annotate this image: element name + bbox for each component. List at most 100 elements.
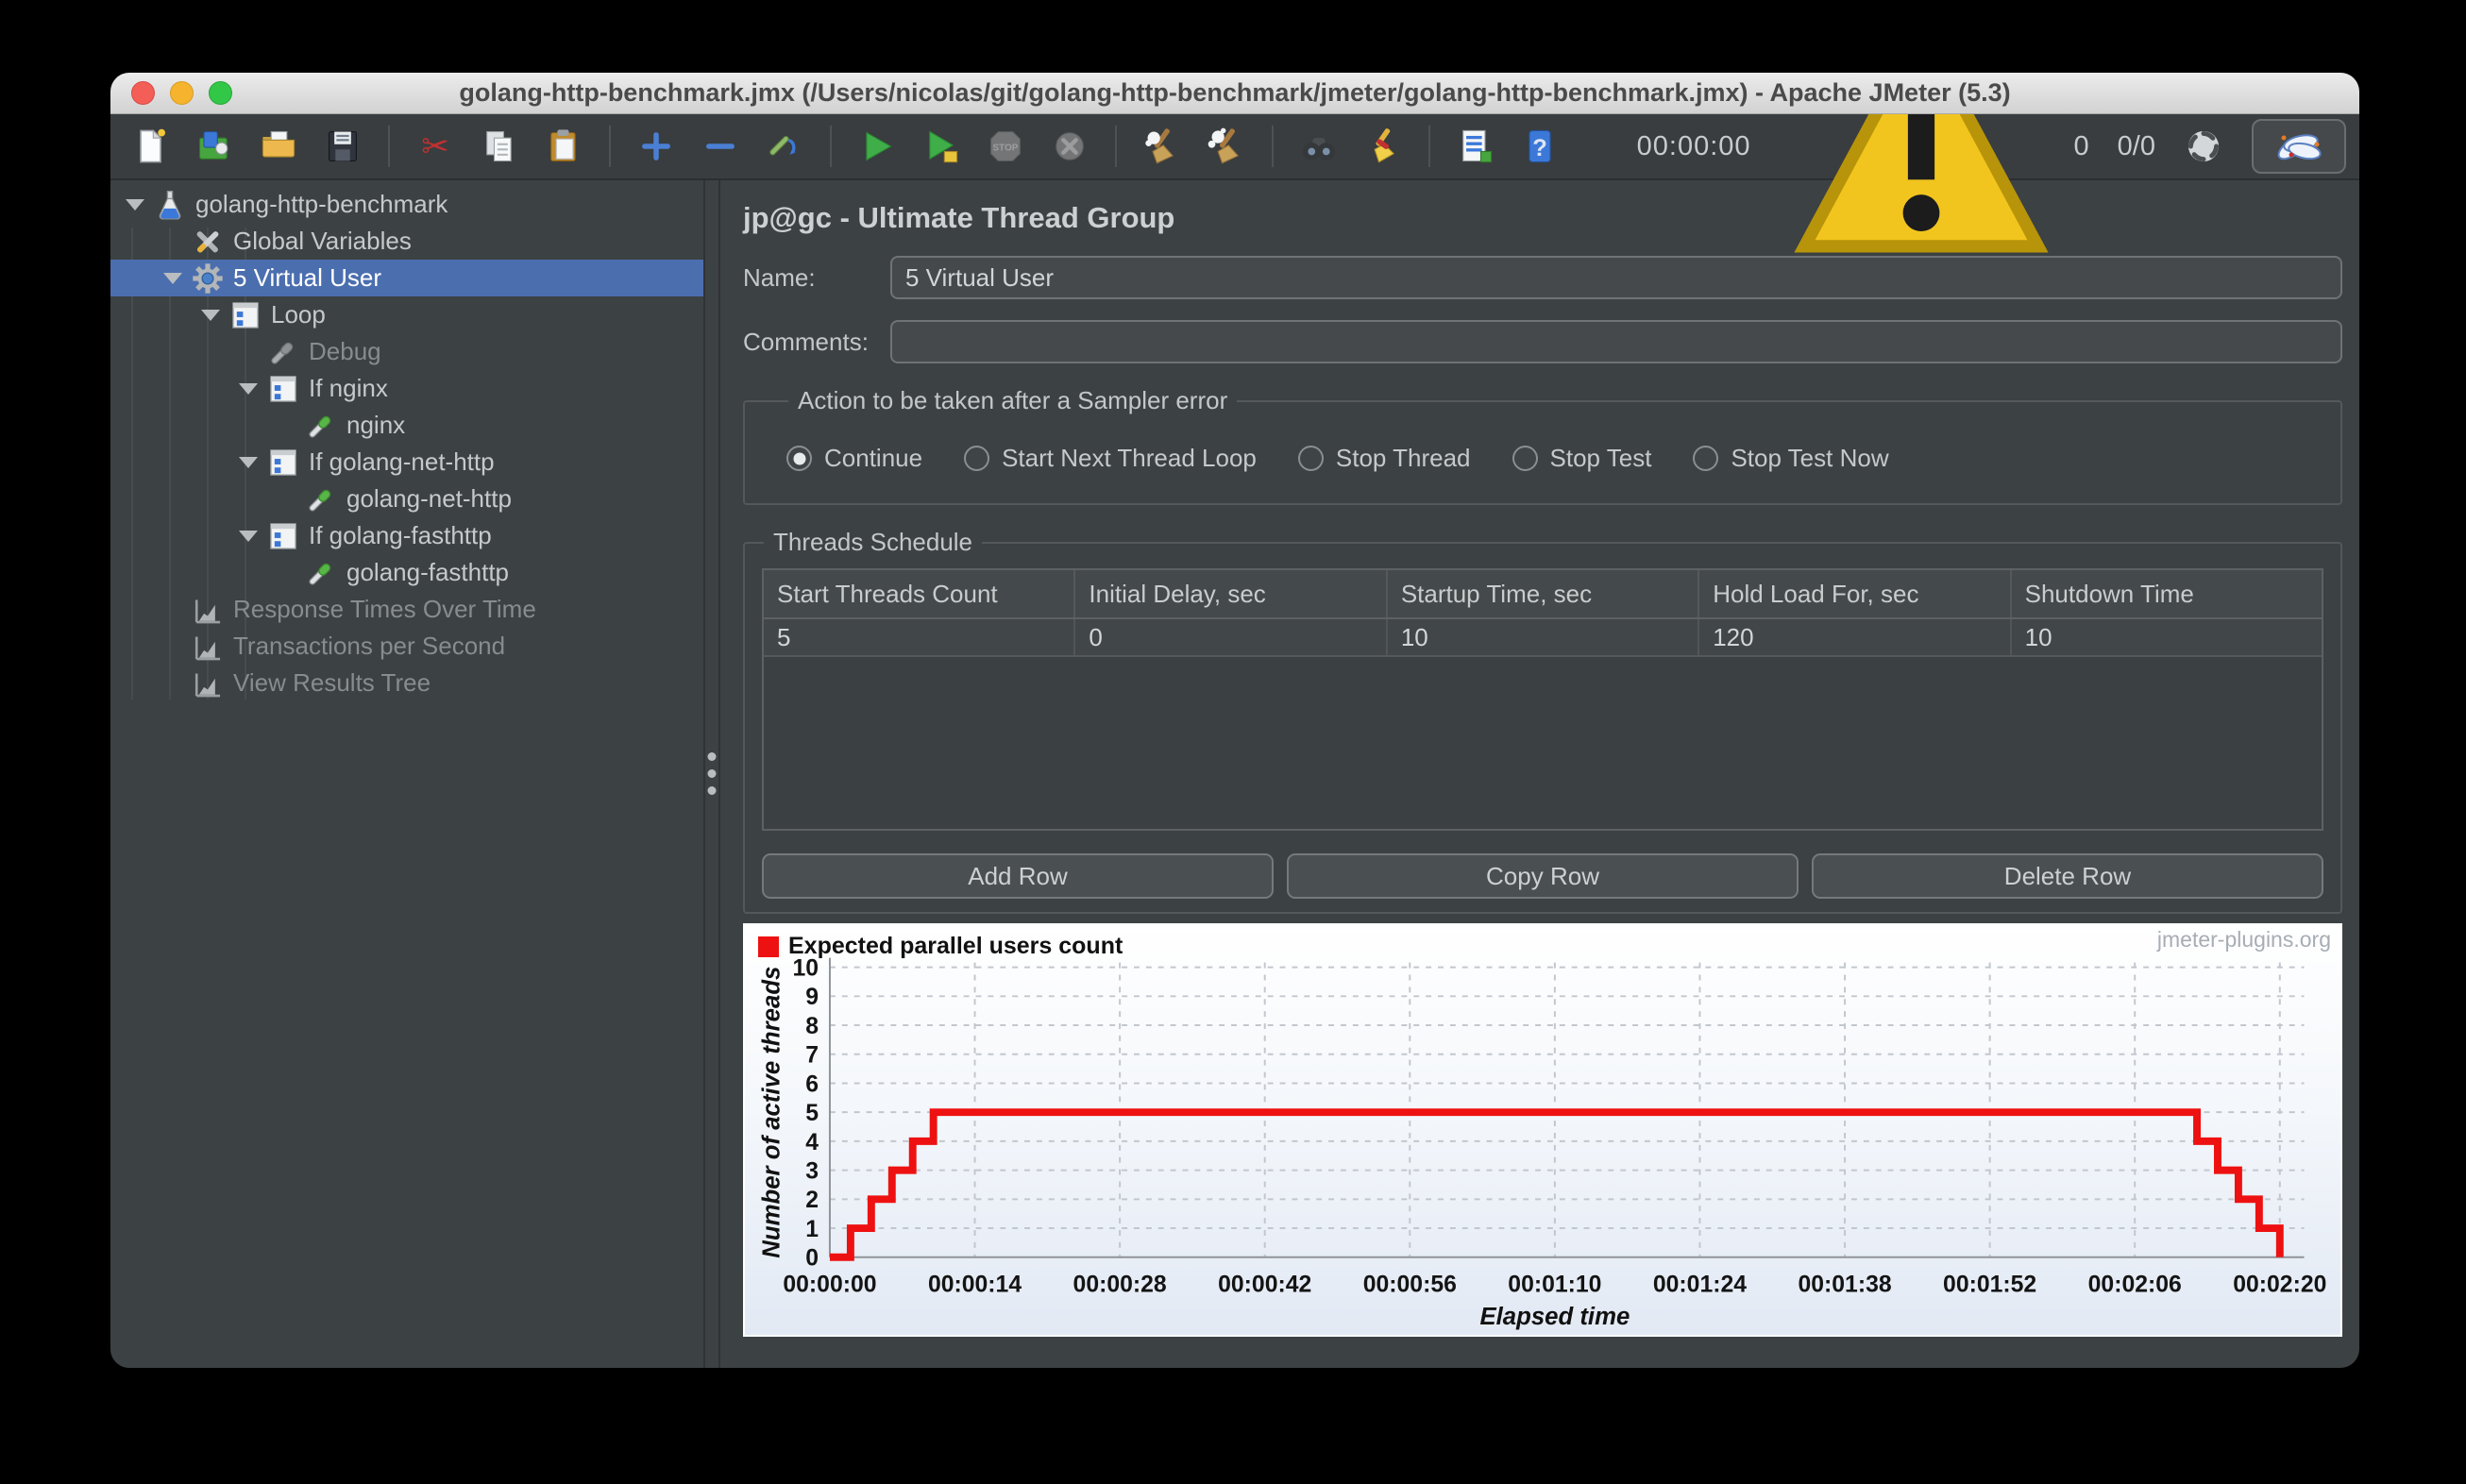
- toggle-enabled-button[interactable]: [758, 120, 811, 173]
- window-title: golang-http-benchmark.jmx (/Users/nicola…: [459, 78, 2011, 107]
- tree-item-transactions-per-second[interactable]: Transactions per Second: [110, 628, 703, 665]
- panel-splitter[interactable]: [703, 180, 720, 1368]
- expand-arrow-icon[interactable]: [154, 272, 192, 284]
- tree-item-golang-fasthttp[interactable]: golang-fasthttp: [110, 554, 703, 591]
- table-cell[interactable]: 120: [1699, 619, 2012, 655]
- x-tick-label: 00:00:42: [1218, 1272, 1311, 1297]
- save-button[interactable]: [316, 120, 369, 173]
- table-cell[interactable]: 10: [1388, 619, 1700, 655]
- play-alt-icon: [921, 126, 961, 166]
- radio-circle-icon[interactable]: [964, 446, 990, 471]
- start-no-pauses-button[interactable]: [915, 120, 968, 173]
- y-tick-label: 0: [805, 1246, 819, 1272]
- sampler-icon: [305, 557, 337, 589]
- radio-stop-thread[interactable]: Stop Thread: [1297, 444, 1471, 473]
- radio-circle-icon[interactable]: [1693, 446, 1719, 471]
- minimize-button[interactable]: [170, 81, 194, 105]
- templates-button[interactable]: [188, 120, 241, 173]
- name-input[interactable]: [890, 256, 2342, 299]
- broom-icon: [1142, 126, 1182, 166]
- tree-item-nginx[interactable]: nginx: [110, 407, 703, 444]
- clear-button[interactable]: [1136, 120, 1189, 173]
- search-button[interactable]: [1292, 120, 1345, 173]
- function-helper-button[interactable]: [1449, 120, 1502, 173]
- radio-circle-icon[interactable]: [1297, 446, 1324, 471]
- expand-arrow-icon[interactable]: [229, 530, 267, 542]
- sampler-off-icon: [267, 336, 299, 368]
- table-cell[interactable]: 10: [2012, 619, 2322, 655]
- delete-row-button[interactable]: Delete Row: [1812, 853, 2323, 899]
- active-threads-count: 0/0: [2117, 130, 2155, 161]
- table-column-header: Startup Time, sec: [1388, 570, 1700, 617]
- copy-row-button[interactable]: Copy Row: [1287, 853, 1799, 899]
- table-cell[interactable]: 0: [1075, 619, 1388, 655]
- chart-listener-icon: [192, 594, 224, 626]
- tree-item-label: 5 Virtual User: [233, 263, 382, 292]
- comments-input[interactable]: [890, 320, 2342, 363]
- paste-button[interactable]: [537, 120, 590, 173]
- expand-all-button[interactable]: [630, 120, 683, 173]
- y-tick-label: 1: [805, 1217, 819, 1242]
- tree-item-label: golang-net-http: [346, 484, 512, 513]
- sampler-error-group: Action to be taken after a Sampler error…: [743, 386, 2342, 505]
- row-buttons: Add Row Copy Row Delete Row: [762, 853, 2323, 899]
- radio-stop-test[interactable]: Stop Test: [1512, 444, 1651, 473]
- tree-item-global-variables[interactable]: Global Variables: [110, 223, 703, 260]
- tree-item-5-virtual-user[interactable]: 5 Virtual User: [110, 260, 703, 296]
- tree-item-label: Global Variables: [233, 227, 412, 255]
- table-cell[interactable]: 5: [764, 619, 1076, 655]
- radio-stop-test-now[interactable]: Stop Test Now: [1693, 444, 1889, 473]
- expand-arrow-icon[interactable]: [192, 309, 229, 321]
- tree-item-if-golang-fasthttp[interactable]: If golang-fasthttp: [110, 517, 703, 554]
- new-file-button[interactable]: [124, 120, 177, 173]
- broom-all-icon: [1207, 126, 1246, 166]
- zoom-button[interactable]: [209, 81, 232, 105]
- test-plan-tree: golang-http-benchmark Global Variables 5 V…: [110, 180, 703, 1368]
- y-tick-label: 10: [793, 956, 819, 982]
- radio-continue[interactable]: Continue: [786, 444, 922, 473]
- tree-item-if-golang-net-http[interactable]: If golang-net-http: [110, 444, 703, 481]
- expand-arrow-icon[interactable]: [229, 382, 267, 395]
- controller-icon: [267, 520, 299, 552]
- start-button[interactable]: [851, 120, 904, 173]
- search-reset-button[interactable]: [1357, 120, 1410, 173]
- collapse-all-button[interactable]: [694, 120, 747, 173]
- minus-icon: [701, 126, 740, 166]
- close-button[interactable]: [131, 81, 155, 105]
- add-row-button[interactable]: Add Row: [762, 853, 1274, 899]
- threads-schedule-group-title: Threads Schedule: [773, 528, 973, 556]
- titlebar[interactable]: golang-http-benchmark.jmx (/Users/nicola…: [110, 73, 2359, 114]
- jmeter-window: golang-http-benchmark.jmx (/Users/nicola…: [110, 73, 2359, 1368]
- radio-label: Continue: [824, 444, 923, 472]
- splitter-grip-icon: [707, 752, 717, 795]
- x-tick-label: 00:01:10: [1508, 1272, 1601, 1297]
- tree-item-debug[interactable]: Debug: [110, 333, 703, 370]
- tree-item-loop[interactable]: Loop: [110, 296, 703, 333]
- radio-start-next-thread-loop[interactable]: Start Next Thread Loop: [964, 444, 1257, 473]
- copy-button[interactable]: [473, 120, 526, 173]
- threads-schedule-group: Threads Schedule Start Threads Count Init…: [743, 528, 2342, 914]
- tree-item-golang-http-benchmark[interactable]: golang-http-benchmark: [110, 186, 703, 223]
- cut-button[interactable]: ✂: [409, 120, 462, 173]
- tree-item-label: golang-fasthttp: [346, 558, 510, 586]
- tree-item-response-times-over-time[interactable]: Response Times Over Time: [110, 591, 703, 628]
- sampler-icon: [305, 410, 337, 442]
- x-tick-label: 00:01:24: [1653, 1272, 1747, 1297]
- svg-text:✂: ✂: [421, 128, 449, 165]
- expand-arrow-icon[interactable]: [229, 456, 267, 468]
- tree-item-view-results-tree[interactable]: View Results Tree: [110, 665, 703, 701]
- expand-arrow-icon[interactable]: [116, 198, 154, 211]
- radio-circle-icon[interactable]: [786, 446, 812, 471]
- tree-item-if-nginx[interactable]: If nginx: [110, 370, 703, 407]
- tree-item-label: View Results Tree: [233, 668, 431, 697]
- controller-icon: [229, 299, 262, 331]
- radio-circle-icon[interactable]: [1512, 446, 1538, 471]
- table-column-header: Hold Load For, sec: [1699, 570, 2012, 617]
- x-tick-label: 00:00:14: [928, 1272, 1022, 1297]
- tree-item-golang-net-http[interactable]: golang-net-http: [110, 481, 703, 517]
- help-button[interactable]: ?: [1513, 120, 1566, 173]
- clear-all-button[interactable]: [1200, 120, 1253, 173]
- open-file-button[interactable]: [252, 120, 305, 173]
- jmeter-logo-button[interactable]: [2252, 119, 2346, 174]
- play-icon: [857, 126, 897, 166]
